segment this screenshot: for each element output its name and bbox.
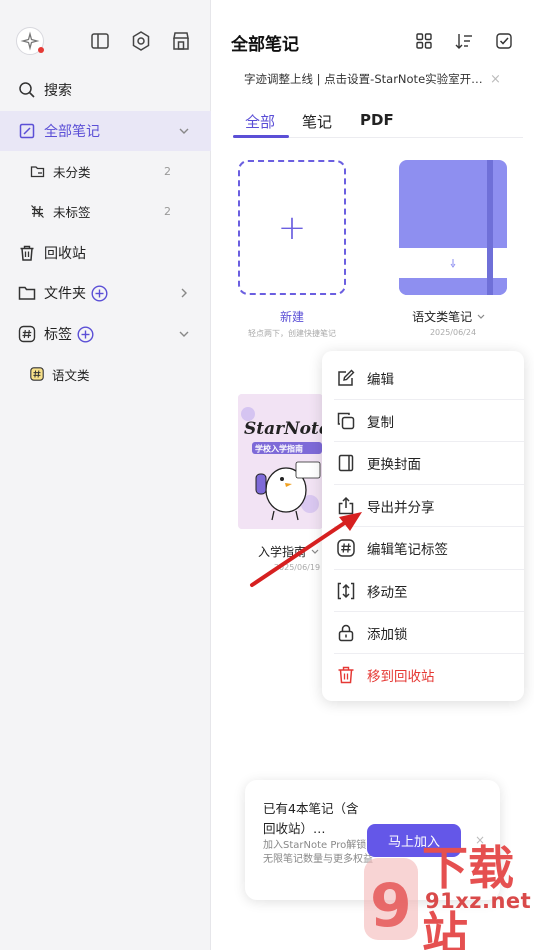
menu-item-label: 复制 — [367, 415, 394, 431]
search-icon — [19, 82, 35, 98]
add-tag-icon[interactable] — [77, 325, 94, 343]
promo-title: 已有4本笔记（含回收站）… — [263, 801, 359, 836]
add-folder-icon[interactable] — [91, 284, 108, 302]
sidebar-item-uncategorized[interactable]: 未分类 2 — [0, 151, 211, 191]
menu-item-export-share[interactable]: 导出并分享 — [322, 485, 524, 527]
grid-view-icon[interactable] — [413, 30, 435, 52]
menu-item-label: 导出并分享 — [367, 500, 435, 516]
menu-item-edit[interactable]: 编辑 — [322, 357, 524, 399]
chevron-down-icon[interactable] — [177, 124, 191, 138]
page-title: 全部笔记 — [231, 35, 299, 55]
folder-minus-icon — [30, 165, 45, 177]
sidebar-toggle-icon[interactable] — [88, 29, 112, 53]
sidebar-item-label: 文件夹 — [44, 286, 86, 302]
new-note-hint: 轻点两下，创建快捷笔记 — [248, 329, 336, 338]
note-date: 2025/06/24 — [429, 328, 477, 337]
cover-subtitle: 学校入学指南 — [255, 444, 303, 454]
notebook-cover-chinese[interactable] — [399, 160, 507, 295]
sidebar-item-label: 标签 — [44, 327, 72, 343]
item-count: 2 — [164, 164, 171, 178]
announcement-banner[interactable]: 字迹调整上线 | 点击设置-StarNote实验室开… — [244, 71, 484, 87]
tab-all[interactable]: 全部 — [245, 111, 275, 132]
sidebar-item-label: 未分类 — [53, 164, 91, 180]
promo-description: 加入StarNote Pro解锁无限笔记数量与更多权益 — [263, 840, 373, 865]
note-title-text: 入学指南 — [258, 545, 307, 559]
note-context-menu: 编辑 复制 更换封面 导出并分享 编辑笔记标签 移动至 添加锁 移到回收站 — [322, 351, 524, 701]
menu-item-label: 编辑 — [367, 372, 394, 388]
trash-icon — [20, 245, 34, 261]
main-panel: 全部笔记 字迹调整上线 | 点击设置-StarNote实验室开… × 全部 笔记… — [211, 0, 534, 950]
chevron-down-icon[interactable] — [476, 313, 486, 321]
select-checkbox-icon[interactable] — [493, 30, 515, 52]
sort-icon[interactable] — [453, 30, 475, 52]
folder-icon — [18, 286, 36, 300]
share-export-icon — [338, 496, 354, 515]
menu-item-label: 移动至 — [367, 585, 408, 601]
menu-item-move-to[interactable]: 移动至 — [322, 570, 524, 612]
cover-icon — [338, 454, 354, 472]
menu-item-add-lock[interactable]: 添加锁 — [322, 612, 524, 654]
sidebar-item-label: 全部笔记 — [44, 124, 100, 140]
chevron-down-icon[interactable] — [177, 327, 191, 341]
close-announcement-button[interactable]: × — [490, 72, 501, 87]
new-note-label: 新建 — [279, 310, 304, 324]
trash-icon — [338, 666, 354, 684]
note-date: 2025/06/19 — [273, 563, 321, 572]
move-icon — [337, 582, 355, 600]
lock-icon — [338, 624, 354, 642]
sidebar-item-folders[interactable]: 文件夹 — [0, 273, 211, 313]
sidebar: 搜索 全部笔记 未分类 2 未标签 2 回收站 文件夹 标签 语文类 — [0, 0, 211, 950]
cover-title: StarNote — [244, 419, 323, 439]
chevron-right-icon[interactable] — [177, 286, 191, 300]
note-title[interactable]: 语文类笔记 — [399, 308, 499, 325]
svg-text:9: 9 — [370, 871, 412, 941]
tag-hash-small-icon — [30, 367, 44, 381]
active-tab-indicator — [233, 135, 289, 138]
menu-item-label: 更换封面 — [367, 457, 421, 473]
menu-item-label: 添加锁 — [367, 627, 408, 643]
tab-pdf[interactable]: PDF — [360, 111, 394, 129]
tab-notes[interactable]: 笔记 — [302, 111, 332, 132]
new-note-card[interactable]: + — [238, 160, 346, 295]
guide-cover-illustration: StarNote 学校入学指南 — [238, 394, 323, 529]
menu-item-label: 移到回收站 — [367, 669, 435, 685]
sidebar-item-tag-chinese[interactable]: 语文类 — [0, 354, 211, 394]
chevron-down-icon[interactable] — [310, 548, 320, 556]
menu-item-change-cover[interactable]: 更换封面 — [322, 442, 524, 484]
cover-strap — [487, 160, 493, 295]
settings-icon[interactable] — [129, 29, 153, 53]
watermark-logo-icon: 9 — [364, 858, 418, 941]
menu-item-copy[interactable]: 复制 — [322, 400, 524, 442]
sidebar-item-label: 未标签 — [53, 204, 91, 220]
item-count: 2 — [164, 204, 171, 218]
app-logo[interactable] — [16, 27, 44, 55]
sidebar-search[interactable]: 搜索 — [0, 70, 211, 110]
menu-item-label: 编辑笔记标签 — [367, 542, 448, 558]
sidebar-item-tags[interactable]: 标签 — [0, 314, 211, 354]
notebook-cover-guide[interactable]: StarNote 学校入学指南 — [238, 394, 323, 529]
sidebar-item-all-notes[interactable]: 全部笔记 — [0, 111, 211, 151]
sidebar-item-label: 语文类 — [52, 367, 90, 383]
sidebar-item-trash[interactable]: 回收站 — [0, 233, 211, 273]
pen-mark-icon — [450, 259, 456, 268]
watermark-site: 91xz.net — [425, 889, 532, 913]
untag-icon — [31, 204, 44, 218]
sidebar-search-label: 搜索 — [44, 83, 72, 99]
sidebar-item-untagged[interactable]: 未标签 2 — [0, 191, 211, 231]
menu-item-edit-tags[interactable]: 编辑笔记标签 — [322, 527, 524, 569]
app-window: 搜索 全部笔记 未分类 2 未标签 2 回收站 文件夹 标签 语文类 全部笔记 … — [0, 0, 534, 950]
tag-hash-icon — [18, 325, 36, 343]
tag-hash-icon — [337, 539, 355, 557]
edit-icon — [338, 369, 355, 386]
sidebar-item-label: 回收站 — [44, 246, 86, 262]
plus-icon: + — [277, 207, 307, 248]
notification-dot — [38, 47, 44, 53]
sidebar-toolbar — [0, 24, 211, 58]
note-title-text: 语文类笔记 — [412, 310, 473, 324]
menu-item-move-to-trash[interactable]: 移到回收站 — [322, 654, 524, 696]
store-icon[interactable] — [169, 29, 193, 53]
note-edit-icon — [19, 123, 35, 139]
copy-icon — [337, 412, 355, 430]
